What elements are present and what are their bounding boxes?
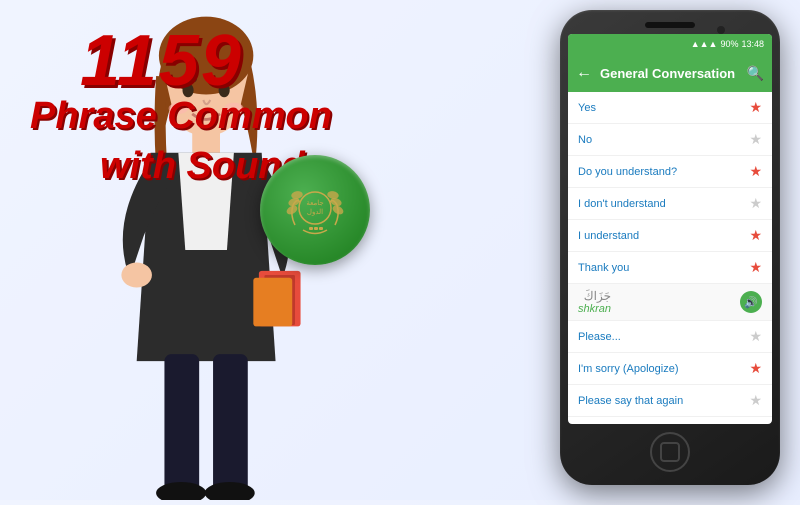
phrase-item-yes[interactable]: Yes ★ [568,92,772,124]
star-icon[interactable]: ★ [749,163,762,180]
phrase-item-thankyou[interactable]: Thank you ★ [568,252,772,284]
status-bar: ▲▲▲ 90% 13:48 [568,34,772,54]
phone-speaker [645,22,695,28]
star-icon[interactable]: ★ [749,131,762,148]
star-icon[interactable]: ★ [749,99,762,116]
expanded-content: جَزَاكَ shkran [578,289,611,315]
phrase-text: I'm sorry (Apologize) [578,363,679,375]
phrase-text: I understand [578,230,639,242]
arabic-league-icon: جامعة الدول [275,170,355,250]
phrase-text: Please... [578,331,621,343]
arabic-text: جَزَاكَ [578,289,611,303]
star-icon[interactable]: ★ [749,392,762,409]
transliteration: shkran [578,303,611,315]
badge-inner: جامعة الدول [270,165,360,255]
star-icon[interactable]: ★ [749,227,762,244]
svg-text:جامعة: جامعة [306,199,323,207]
phone-body: ▲▲▲ 90% 13:48 ← General Conversation 🔍 Y… [560,10,780,485]
phrase-list[interactable]: Yes ★ No ★ Do you understand? ★ I don't … [568,92,772,424]
left-panel: 1159 Phrase Common with Sound [0,0,440,500]
phrase-item-no[interactable]: No ★ [568,124,772,156]
phrase-item-say-again[interactable]: Please say that again ★ [568,385,772,417]
phrase-item-understand[interactable]: I understand ★ [568,220,772,252]
star-icon[interactable]: ★ [749,195,762,212]
phone-container: ▲▲▲ 90% 13:48 ← General Conversation 🔍 Y… [560,10,780,485]
battery-level: 90% [720,39,738,49]
search-button[interactable]: 🔍 [747,65,764,82]
phone-screen: ▲▲▲ 90% 13:48 ← General Conversation 🔍 Y… [568,34,772,424]
home-button[interactable] [650,432,690,472]
phrase-text: I don't understand [578,198,666,210]
app-title-number: 1159 [80,20,243,102]
star-icon[interactable]: ★ [749,328,762,345]
phrase-item-sorry[interactable]: I'm sorry (Apologize) ★ [568,353,772,385]
star-icon[interactable]: ★ [749,360,762,377]
phrase-item-repeat[interactable]: Can you repeat that? ★ [568,417,772,424]
phrase-expanded-thankyou: جَزَاكَ shkran 🔊 [568,284,772,321]
phrase-item-dont-understand[interactable]: I don't understand ★ [568,188,772,220]
star-icon[interactable]: ★ [749,259,762,276]
phrase-item-please[interactable]: Please... ★ [568,321,772,353]
phrase-text: Please say that again [578,395,683,407]
home-button-inner [660,442,680,462]
clock: 13:48 [741,39,764,49]
signal-icon: ▲▲▲ [691,39,718,49]
phrase-text: Thank you [578,262,629,274]
expanded-row: جَزَاكَ shkran 🔊 [578,289,762,315]
app-title-line1: Phrase Common [30,95,332,138]
status-icons: ▲▲▲ 90% 13:48 [691,39,764,49]
app-toolbar: ← General Conversation 🔍 [568,54,772,92]
svg-text:الدول: الدول [307,208,323,216]
phone-camera [717,26,725,34]
phrase-text: Yes [578,102,596,114]
phrase-text: Do you understand? [578,166,677,178]
toolbar-title: General Conversation [600,66,739,81]
back-button[interactable]: ← [576,64,592,82]
phrase-item-understand-q[interactable]: Do you understand? ★ [568,156,772,188]
arabic-league-badge: جامعة الدول [260,155,370,265]
phrase-text: No [578,134,592,146]
sound-button[interactable]: 🔊 [740,291,762,313]
